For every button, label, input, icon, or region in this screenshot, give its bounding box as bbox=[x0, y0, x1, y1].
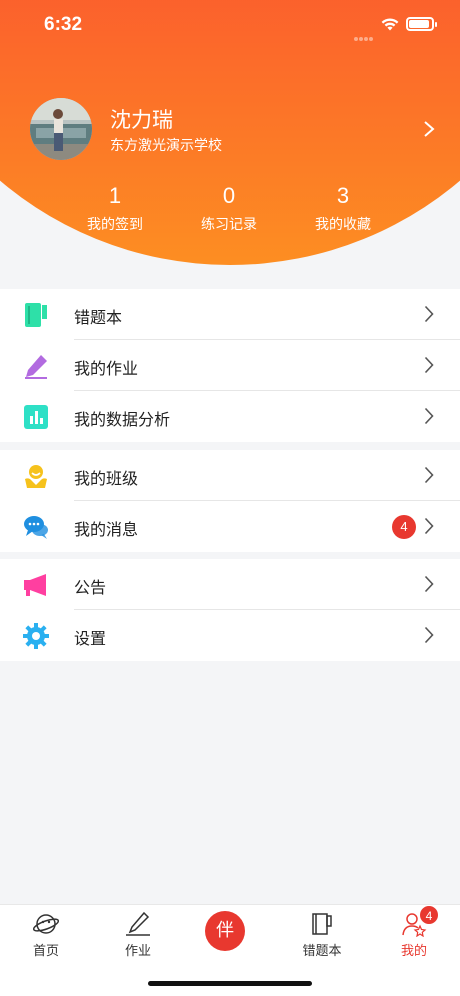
menu-group-general: 公告 设置 bbox=[0, 559, 460, 661]
menu-item-label: 错题本 bbox=[74, 308, 123, 327]
menu-item-announcements[interactable]: 公告 bbox=[0, 559, 460, 610]
stat-label: 我的收藏 bbox=[315, 217, 371, 233]
menu-item-label: 我的数据分析 bbox=[74, 410, 171, 429]
planet-icon bbox=[33, 914, 59, 934]
mine-tab-badge: 4 bbox=[419, 905, 439, 925]
class-people-icon bbox=[25, 465, 47, 488]
status-bar: 6:32 bbox=[0, 0, 460, 50]
megaphone-icon bbox=[24, 574, 46, 596]
user-name: 沈力瑞 bbox=[110, 108, 173, 132]
book-icon bbox=[312, 913, 332, 935]
school-name: 东方激光演示学校 bbox=[110, 138, 222, 154]
chevron-right-icon bbox=[424, 466, 434, 484]
stat-practice-records[interactable]: 0 练习记录 bbox=[174, 182, 284, 234]
tab-label: 错题本 bbox=[302, 944, 342, 959]
menu-group-study: 错题本 我的作业 我的数据分析 bbox=[0, 289, 460, 442]
pen-icon bbox=[126, 911, 150, 936]
stat-favorites[interactable]: 3 我的收藏 bbox=[288, 182, 398, 234]
chevron-right-icon bbox=[424, 575, 434, 593]
battery-icon bbox=[406, 17, 437, 31]
chevron-right-icon bbox=[424, 407, 434, 425]
stat-checkin[interactable]: 1 我的签到 bbox=[60, 182, 170, 234]
stat-value: 0 bbox=[222, 183, 236, 208]
tab-label: 首页 bbox=[32, 944, 59, 959]
stats-row: 1 我的签到 0 练习记录 3 我的收藏 bbox=[60, 182, 400, 236]
menu-item-mistake-book[interactable]: 错题本 bbox=[0, 289, 460, 340]
menu-item-label: 我的消息 bbox=[74, 520, 139, 539]
stat-value: 3 bbox=[336, 183, 350, 208]
menu-item-label: 公告 bbox=[74, 578, 107, 597]
profile-header: 6:32 沈力瑞 东方激光演示学校 1 我的签到 0 练习记录 3 我的收藏 bbox=[0, 0, 460, 265]
chevron-right-icon bbox=[424, 121, 435, 137]
bar-chart-icon bbox=[24, 405, 48, 429]
profile-card[interactable]: 沈力瑞 东方激光演示学校 bbox=[30, 98, 440, 162]
chevron-right-icon bbox=[424, 626, 434, 644]
tab-home[interactable]: 首页 bbox=[0, 911, 92, 967]
stat-label: 我的签到 bbox=[87, 217, 143, 233]
chevron-right-icon bbox=[424, 517, 434, 535]
stat-value: 1 bbox=[108, 183, 122, 208]
menu-item-label: 我的作业 bbox=[74, 359, 139, 378]
companion-button[interactable]: 伴 bbox=[205, 911, 245, 951]
avatar-photo bbox=[30, 98, 92, 160]
menu-item-label: 我的班级 bbox=[74, 469, 139, 488]
cellular-signal-icon bbox=[354, 26, 376, 41]
pencil-icon bbox=[25, 355, 47, 379]
menu-item-data-analysis[interactable]: 我的数据分析 bbox=[0, 391, 460, 442]
chevron-right-icon bbox=[424, 356, 434, 374]
chevron-right-icon bbox=[424, 305, 434, 323]
avatar[interactable] bbox=[30, 98, 92, 160]
notebook-icon bbox=[25, 303, 47, 327]
home-indicator[interactable] bbox=[148, 981, 312, 986]
gear-icon bbox=[23, 623, 49, 649]
menu-item-my-messages[interactable]: 我的消息 4 bbox=[0, 501, 460, 552]
menu-item-my-homework[interactable]: 我的作业 bbox=[0, 340, 460, 391]
tab-label: 作业 bbox=[124, 944, 151, 959]
tab-homework[interactable]: 作业 bbox=[92, 911, 184, 967]
wifi-icon bbox=[381, 18, 399, 31]
tab-label: 我的 bbox=[400, 944, 427, 959]
menu-item-settings[interactable]: 设置 bbox=[0, 610, 460, 661]
menu-group-class: 我的班级 我的消息 4 bbox=[0, 450, 460, 552]
chat-bubbles-icon bbox=[24, 516, 48, 539]
stat-label: 练习记录 bbox=[201, 217, 257, 233]
unread-badge: 4 bbox=[392, 515, 416, 539]
menu-item-label: 设置 bbox=[74, 629, 107, 648]
menu-item-my-class[interactable]: 我的班级 bbox=[0, 450, 460, 501]
status-time: 6:32 bbox=[44, 14, 83, 35]
tab-mistake-book[interactable]: 错题本 bbox=[276, 911, 368, 967]
tab-mine[interactable]: 我的 bbox=[368, 911, 460, 967]
